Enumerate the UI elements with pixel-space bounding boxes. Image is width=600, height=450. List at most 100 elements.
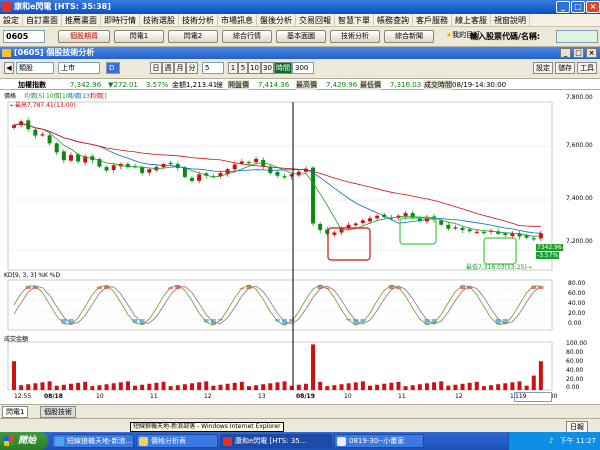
- menu-tech-analysis[interactable]: 技術分析: [179, 14, 218, 27]
- market-select[interactable]: 上市: [58, 62, 100, 74]
- windows-logo-icon: [4, 436, 14, 446]
- candle-body: [68, 154, 73, 161]
- maximize-button[interactable]: □: [571, 1, 585, 13]
- stock-search-input[interactable]: [556, 30, 598, 43]
- menu-help[interactable]: 視窗說明: [491, 14, 530, 27]
- app-icon: [2, 2, 12, 12]
- volume-bar: [424, 383, 429, 390]
- fundamentals-button[interactable]: 基本面圖: [276, 30, 326, 43]
- menu-market-news[interactable]: 市場訊息: [218, 14, 257, 27]
- count-30[interactable]: 30: [261, 62, 274, 74]
- open-label: 開盤價: [228, 80, 249, 90]
- vol-ytick-1: 100.00: [566, 340, 587, 347]
- volume-bar: [225, 383, 230, 390]
- task-price-table[interactable]: 價格分析表: [136, 434, 218, 448]
- menu-customer-service[interactable]: 客戶服務: [413, 14, 452, 27]
- volume-bar: [90, 386, 95, 390]
- low-annotation: 最低7,316.03(13:25)→: [466, 264, 532, 271]
- candle-body: [282, 176, 287, 178]
- volume-bar: [339, 384, 344, 390]
- volume-bar: [396, 381, 401, 390]
- volume-bar: [140, 384, 145, 390]
- menu-settings[interactable]: 設定: [0, 14, 23, 27]
- volume-bar: [368, 385, 372, 390]
- chart-mode-select[interactable]: D: [106, 62, 120, 74]
- tech-analysis-button[interactable]: 技術分析: [330, 30, 380, 43]
- volume-bar: [40, 382, 45, 390]
- minute-select[interactable]: 5: [202, 62, 224, 74]
- news-button[interactable]: 綜合新聞: [384, 30, 434, 43]
- menu-realtime[interactable]: 即時行情: [101, 14, 140, 27]
- stock-code-input[interactable]: 0605: [3, 30, 45, 43]
- volume-panel-label: 成交金額: [4, 336, 29, 343]
- chart-save-button[interactable]: 儲存: [555, 62, 575, 74]
- price-change: ▼272.01: [108, 81, 138, 89]
- menu-after-hours[interactable]: 盤後分析: [257, 14, 296, 27]
- volume-bar: [303, 383, 308, 390]
- menu-online-service[interactable]: 線上客服: [452, 14, 491, 27]
- period-month[interactable]: 月: [174, 62, 186, 74]
- volume-bar: [268, 383, 273, 390]
- index-name: 加權指數: [18, 81, 46, 89]
- count-10[interactable]: 10: [248, 62, 261, 74]
- task-hts[interactable]: 康和e閃電 [HTS: 35...: [220, 434, 332, 448]
- category-select[interactable]: 類股: [16, 62, 54, 74]
- tab-stock-tech[interactable]: 個股技術: [40, 406, 76, 418]
- volume-bar: [68, 383, 73, 390]
- subwindow-minimize[interactable]: _: [560, 48, 571, 58]
- candle-body: [474, 231, 479, 233]
- chart-tools-button[interactable]: 工具: [577, 62, 597, 74]
- menu-smart-order[interactable]: 智慧下單: [335, 14, 374, 27]
- volume-bar: [190, 383, 194, 390]
- price-ytick-4: 7,200.00: [566, 238, 593, 245]
- chart-settings-button[interactable]: 設定: [533, 62, 553, 74]
- subwindow-title: [0605] 個股技術分析: [14, 48, 95, 57]
- task-paint-label: 0819-30--小畫家: [349, 437, 405, 445]
- last-price: 7,342.96: [70, 81, 102, 89]
- chart-area[interactable]: 價格 均價[5] 10價[10] 均價[13] 均價[] ←最高7,787.41…: [0, 90, 600, 404]
- price-ytick-3: 7,400.00: [566, 195, 593, 202]
- count-5[interactable]: 5: [238, 62, 248, 74]
- start-button[interactable]: 開始: [0, 432, 48, 450]
- minimize-button[interactable]: _: [556, 1, 570, 13]
- x-tick-label: 11: [150, 393, 158, 400]
- volume-bar: [211, 385, 216, 390]
- candle-body: [332, 232, 337, 235]
- menu-custom-screen[interactable]: 自訂畫面: [23, 14, 62, 27]
- low-label: 最低價: [360, 80, 381, 90]
- candle-body: [54, 143, 59, 153]
- overview-quote-button[interactable]: 綜合行情: [222, 30, 272, 43]
- flash2-button[interactable]: 閃電2: [168, 30, 218, 43]
- time-mode-button[interactable]: 時間: [274, 62, 292, 74]
- menu-recommended[interactable]: 推薦畫面: [62, 14, 101, 27]
- subwindow-close[interactable]: ×: [586, 48, 597, 58]
- subwindow-maximize[interactable]: □: [573, 48, 584, 58]
- prev-arrow-icon[interactable]: ◀: [4, 62, 14, 74]
- scroll-input[interactable]: 119: [514, 392, 552, 402]
- task-paint[interactable]: 0819-30--小畫家: [334, 434, 424, 448]
- ie-icon: [55, 437, 64, 446]
- period-week[interactable]: 週: [162, 62, 174, 74]
- bar-count-input[interactable]: 300: [292, 62, 314, 74]
- x-tick-label: 12: [455, 393, 463, 400]
- candle-body: [190, 177, 194, 181]
- technical-chart[interactable]: [0, 90, 600, 404]
- last-price-tag: 7342.96: [536, 244, 563, 251]
- flash1-button[interactable]: 閃電1: [114, 30, 164, 43]
- count-1[interactable]: 1: [228, 62, 238, 74]
- candle-body: [353, 223, 358, 226]
- tab-flash1[interactable]: 閃電1: [2, 406, 29, 418]
- chart-controls: ◀ 類股 上市 D 日 週 月 分 5 1 5 10 30 時間 300 設定 …: [0, 59, 600, 78]
- stock-futures-button[interactable]: 個股期貨: [58, 30, 110, 43]
- menu-trade-report[interactable]: 交易回報: [296, 14, 335, 27]
- amount-value: 1,213.41: [186, 81, 218, 89]
- menu-tech-pick[interactable]: 技術選股: [140, 14, 179, 27]
- menu-account[interactable]: 帳務查詢: [374, 14, 413, 27]
- volume-icon[interactable]: ♪: [549, 437, 553, 445]
- volume-bar: [432, 382, 437, 390]
- close-button[interactable]: ×: [586, 1, 600, 13]
- period-day[interactable]: 日: [150, 62, 162, 74]
- period-minute[interactable]: 分: [186, 62, 198, 74]
- candle-body: [481, 231, 486, 233]
- task-ie[interactable]: 短線狼機天地-新浪...: [52, 434, 134, 448]
